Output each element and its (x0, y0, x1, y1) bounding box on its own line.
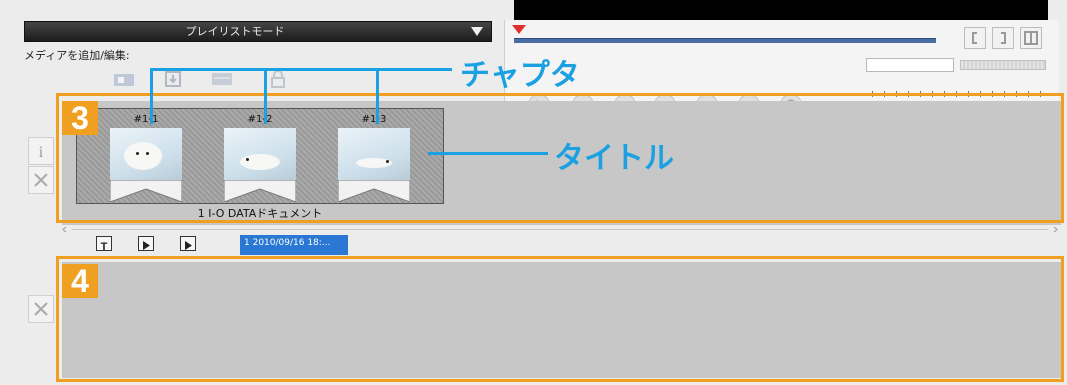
title-callout-line (428, 152, 548, 155)
timecode-field[interactable] (866, 58, 954, 72)
playlist-mode-dropdown[interactable]: プレイリストモード (24, 21, 492, 42)
seek-bar[interactable] (514, 38, 936, 43)
delete-track-button[interactable] (28, 295, 54, 323)
svg-text:T: T (101, 241, 108, 252)
video-preview (514, 0, 1048, 20)
mark-out-button[interactable] (992, 27, 1014, 49)
text-tool-icon[interactable]: T (96, 236, 112, 253)
lock-icon[interactable] (266, 70, 290, 88)
clip-timestamp[interactable]: 1 2010/09/16 18:... (240, 235, 348, 255)
edit-media-icon[interactable] (210, 70, 234, 88)
title-callout-label: タイトル (554, 141, 674, 176)
play-clip-icon[interactable] (138, 236, 154, 251)
media-add-edit-label: メディアを追加/編集: (24, 49, 130, 62)
svg-text:i: i (39, 144, 44, 161)
dropdown-arrow-icon[interactable] (471, 27, 483, 36)
callout-box-4 (56, 256, 1064, 382)
import-file-icon[interactable] (162, 70, 186, 88)
chapter-callout-line (150, 68, 153, 124)
horizontal-scrollbar[interactable] (60, 226, 1060, 233)
volume-slider[interactable] (960, 60, 1046, 70)
info-button[interactable]: i (28, 137, 54, 165)
split-button[interactable] (1020, 27, 1042, 49)
callout-badge-4: 4 (62, 264, 98, 298)
chapter-callout-line (150, 68, 452, 71)
callout-badge-3: 3 (62, 101, 98, 135)
add-video-icon[interactable] (112, 70, 136, 88)
seek-marker-icon[interactable] (512, 25, 526, 34)
chapter-callout-label: チャプタ (460, 58, 580, 93)
playlist-mode-label: プレイリストモード (185, 25, 285, 38)
play-clip-icon[interactable] (180, 236, 196, 251)
mark-in-button[interactable] (964, 27, 986, 49)
chapter-callout-line (264, 68, 267, 124)
chapter-callout-line (376, 68, 379, 124)
delete-title-button[interactable] (28, 166, 54, 194)
